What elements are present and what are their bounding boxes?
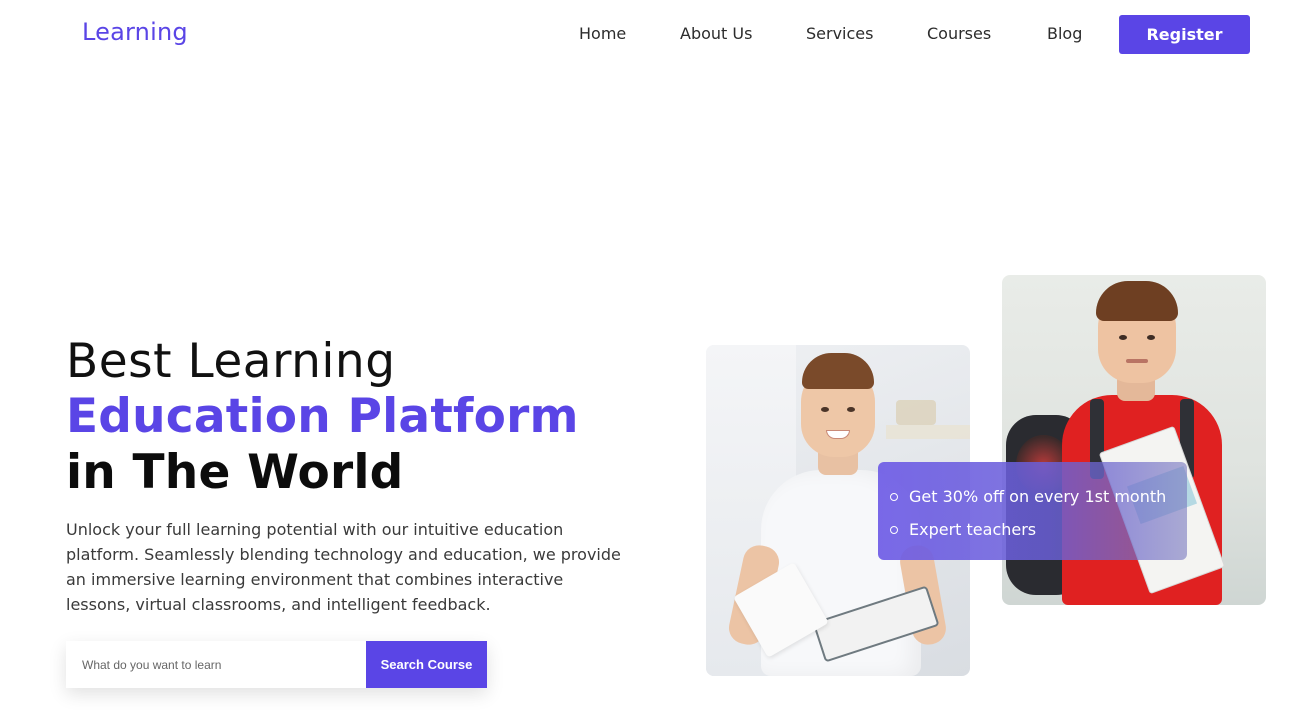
main-nav: Home About Us Services Courses Blog — [0, 24, 1294, 46]
mouth — [1126, 359, 1148, 363]
background-shelf — [886, 425, 970, 439]
hero-description: Unlock your full learning potential with… — [66, 520, 621, 614]
boy-hair — [1096, 281, 1178, 321]
search-course-button[interactable]: Search Course — [366, 641, 487, 688]
left-eye — [821, 407, 829, 412]
circle-bullet-icon — [890, 492, 898, 501]
boy-hair — [802, 353, 874, 389]
course-search-input[interactable] — [66, 641, 366, 688]
right-eye — [847, 407, 855, 412]
circle-bullet-icon — [890, 525, 898, 534]
background-toys — [896, 400, 936, 425]
hero-title-line-3: in The World — [66, 445, 404, 500]
hero-title-line-2: Education Platform — [66, 389, 579, 444]
hero-title-line-1: Best Learning — [66, 334, 396, 389]
nav-item-courses[interactable]: Courses — [927, 24, 991, 43]
course-search-bar: Search Course — [66, 641, 487, 688]
feature-label: Get 30% off on every 1st month — [909, 487, 1167, 506]
feature-label: Expert teachers — [909, 520, 1037, 539]
features-card: Get 30% off on every 1st month Expert te… — [878, 462, 1187, 560]
nav-item-home[interactable]: Home — [579, 24, 626, 43]
right-eye — [1147, 335, 1155, 340]
feature-item: Expert teachers — [890, 513, 1187, 546]
nav-item-blog[interactable]: Blog — [1047, 24, 1082, 43]
nav-item-services[interactable]: Services — [806, 24, 873, 43]
nav-item-about-us[interactable]: About Us — [680, 24, 752, 43]
feature-item: Get 30% off on every 1st month — [890, 480, 1187, 513]
register-button[interactable]: Register — [1119, 15, 1250, 54]
left-eye — [1119, 335, 1127, 340]
